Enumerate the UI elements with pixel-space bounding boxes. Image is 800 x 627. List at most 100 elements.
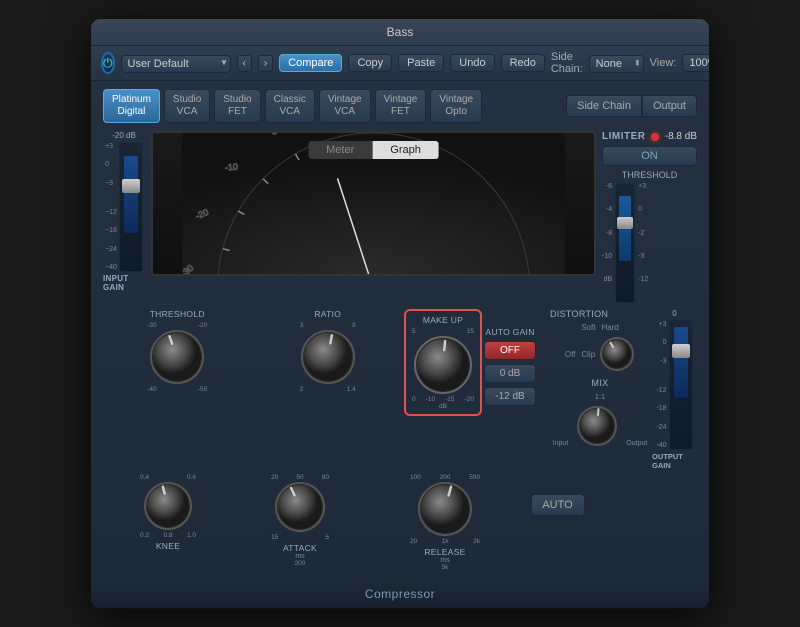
auto-gain-0db-button[interactable]: 0 dB — [484, 364, 536, 383]
view-value[interactable]: 100% — [682, 54, 710, 72]
tab-classic-vca[interactable]: Classic VCA — [265, 89, 315, 123]
side-chain-area: Side Chain: None View: 100% ⛓ — [551, 51, 710, 75]
attack-scale-bottom: 155 — [271, 534, 329, 541]
tab-vintage-fet[interactable]: Vintage FET — [375, 89, 427, 123]
graph-tab[interactable]: Graph — [372, 141, 439, 159]
attack-unit: ms — [295, 553, 304, 560]
tab-studio-fet[interactable]: Studio FET — [214, 89, 260, 123]
auto-gain-section: AUTO GAIN OFF 0 dB -12 dB — [484, 309, 536, 406]
input-fader-with-scale: +3 0 −3 −12 −18 −24 −40 — [105, 142, 143, 272]
lim-scale-neg8: -8 — [602, 230, 612, 237]
tab-vintage-vca[interactable]: Vintage VCA — [319, 89, 371, 123]
compare-button[interactable]: Compare — [279, 54, 342, 72]
lim-r-neg2: -2 — [638, 230, 648, 237]
bottom-bar: Compressor — [91, 579, 709, 608]
nav-back-button[interactable]: ‹ — [237, 55, 252, 72]
release-knob-group: 100200500 201k2k RELEASE ms 5k — [367, 474, 523, 571]
model-tabs-left: Platinum Digital Studio VCA Studio FET C… — [103, 89, 482, 123]
window-title: Bass — [387, 25, 414, 39]
paste-button[interactable]: Paste — [398, 54, 444, 72]
auto-button[interactable]: AUTO — [531, 494, 585, 516]
ratio-scale-bottom: 21.4 — [300, 386, 356, 393]
plugin-window: Bass ⏻ User Default ‹ › Compare Copy Pas… — [90, 18, 710, 609]
release-unit: ms — [440, 557, 449, 564]
release-label: RELEASE — [424, 547, 465, 557]
scale-neg24: −24 — [105, 246, 117, 253]
distortion-knob[interactable] — [599, 336, 635, 372]
auto-gain-neg12db-button[interactable]: -12 dB — [484, 387, 536, 406]
output-fader-thumb[interactable] — [672, 344, 690, 358]
threshold-label: THRESHOLD — [602, 170, 697, 180]
right-limiter-section: LIMITER -8.8 dB ON THRESHOLD -6 -4 -8 -1… — [602, 131, 697, 303]
input-gain-label: INPUT GAIN — [103, 274, 145, 292]
fader-thumb[interactable] — [122, 179, 140, 193]
knee-scale-bottom: 0.20.81.0 — [140, 532, 196, 539]
tab-studio-vca[interactable]: Studio VCA — [164, 89, 210, 123]
dist-hard[interactable]: Hard — [601, 323, 618, 332]
limiter-on-button[interactable]: ON — [602, 146, 697, 166]
limiter-scale: -6 -4 -8 -10 dB — [602, 183, 612, 283]
scale-3: +3 — [105, 143, 117, 150]
limiter-fader-thumb[interactable] — [617, 217, 633, 229]
mix-controls: Input Output — [553, 405, 648, 447]
mix-ratio: 1:1 — [595, 392, 605, 401]
makeup-label: MAKE UP — [423, 315, 463, 325]
output-gain-fader[interactable] — [669, 320, 693, 450]
mix-knob[interactable] — [576, 405, 618, 447]
threshold-knob[interactable] — [149, 329, 205, 385]
output-scale-markers: +3 0 -3 -12 -18 -24 -40 — [656, 321, 666, 449]
knobs-row: THRESHOLD -30-20 -40-50 RATIO — [103, 309, 697, 470]
makeup-gain-section: MAKE UP 515 0-10-15-20 dB — [404, 309, 482, 416]
main-content: Platinum Digital Studio VCA Studio FET C… — [91, 81, 709, 579]
auto-gain-off-button[interactable]: OFF — [484, 341, 536, 360]
auto-gain-label: AUTO GAIN — [485, 327, 534, 337]
power-button[interactable]: ⏻ — [101, 52, 115, 74]
bottom-knobs-row: 0.40.6 0.20.81.0 KNEE 205080 — [103, 474, 697, 571]
threshold-knob-label: THRESHOLD — [150, 309, 205, 319]
scale-neg12: −12 — [105, 209, 117, 216]
limiter-led — [651, 133, 659, 141]
dist-clip[interactable]: Clip — [581, 350, 595, 359]
makeup-knob[interactable] — [413, 335, 473, 395]
attack-label: ATTACK — [283, 543, 317, 553]
side-chain-select[interactable]: None — [589, 55, 644, 73]
distortion-header: DISTORTION — [550, 309, 650, 319]
output-btn[interactable]: Output — [642, 95, 697, 117]
mix-input-label: Input — [553, 440, 569, 447]
vu-meter: Meter Graph — [151, 131, 596, 276]
input-gain-fader[interactable] — [119, 142, 143, 272]
side-chain-output-btn[interactable]: Side Chain — [566, 95, 642, 117]
dist-soft[interactable]: Soft — [581, 323, 595, 332]
tab-vintage-opto[interactable]: Vintage Opto — [430, 89, 482, 123]
nav-forward-button[interactable]: › — [258, 55, 273, 72]
preset-dropdown[interactable]: User Default — [121, 55, 231, 73]
output-fader-with-scale: +3 0 -3 -12 -18 -24 -40 — [656, 320, 692, 450]
attack-knob[interactable] — [274, 481, 326, 533]
release-knob[interactable] — [417, 481, 473, 537]
makeup-scale-top: 515 — [412, 328, 474, 335]
limiter-label: LIMITER — [602, 131, 646, 142]
redo-button[interactable]: Redo — [501, 54, 545, 72]
tab-platinum-digital[interactable]: Platinum Digital — [103, 89, 160, 123]
knee-knob[interactable] — [143, 481, 193, 531]
attack-scale-200: 200 — [295, 560, 306, 567]
preset-wrapper: User Default — [121, 54, 231, 73]
threshold-knob-group: THRESHOLD -30-20 -40-50 — [103, 309, 252, 393]
copy-button[interactable]: Copy — [348, 54, 392, 72]
meter-tab[interactable]: Meter — [308, 141, 372, 159]
ratio-knob[interactable] — [300, 329, 356, 385]
output-gain-db: 0 — [672, 309, 676, 318]
undo-button[interactable]: Undo — [450, 54, 494, 72]
meter-graph-tabs: Meter Graph — [308, 141, 439, 159]
attack-scale-top: 205080 — [271, 474, 329, 481]
title-bar: Bass — [91, 19, 709, 46]
dist-off[interactable]: Off — [565, 350, 576, 359]
view-label: View: — [650, 57, 677, 69]
limiter-threshold-fader[interactable] — [615, 183, 635, 303]
lim-r-0: 0 — [638, 206, 648, 213]
distortion-options-2: Off Clip — [565, 350, 595, 359]
svg-text:-10: -10 — [224, 162, 238, 173]
knee-scale-top: 0.40.6 — [140, 474, 196, 481]
scale-neg3: −3 — [105, 180, 117, 187]
output-gain-section: 0 +3 0 -3 -12 -18 -24 -40 — [652, 309, 697, 470]
